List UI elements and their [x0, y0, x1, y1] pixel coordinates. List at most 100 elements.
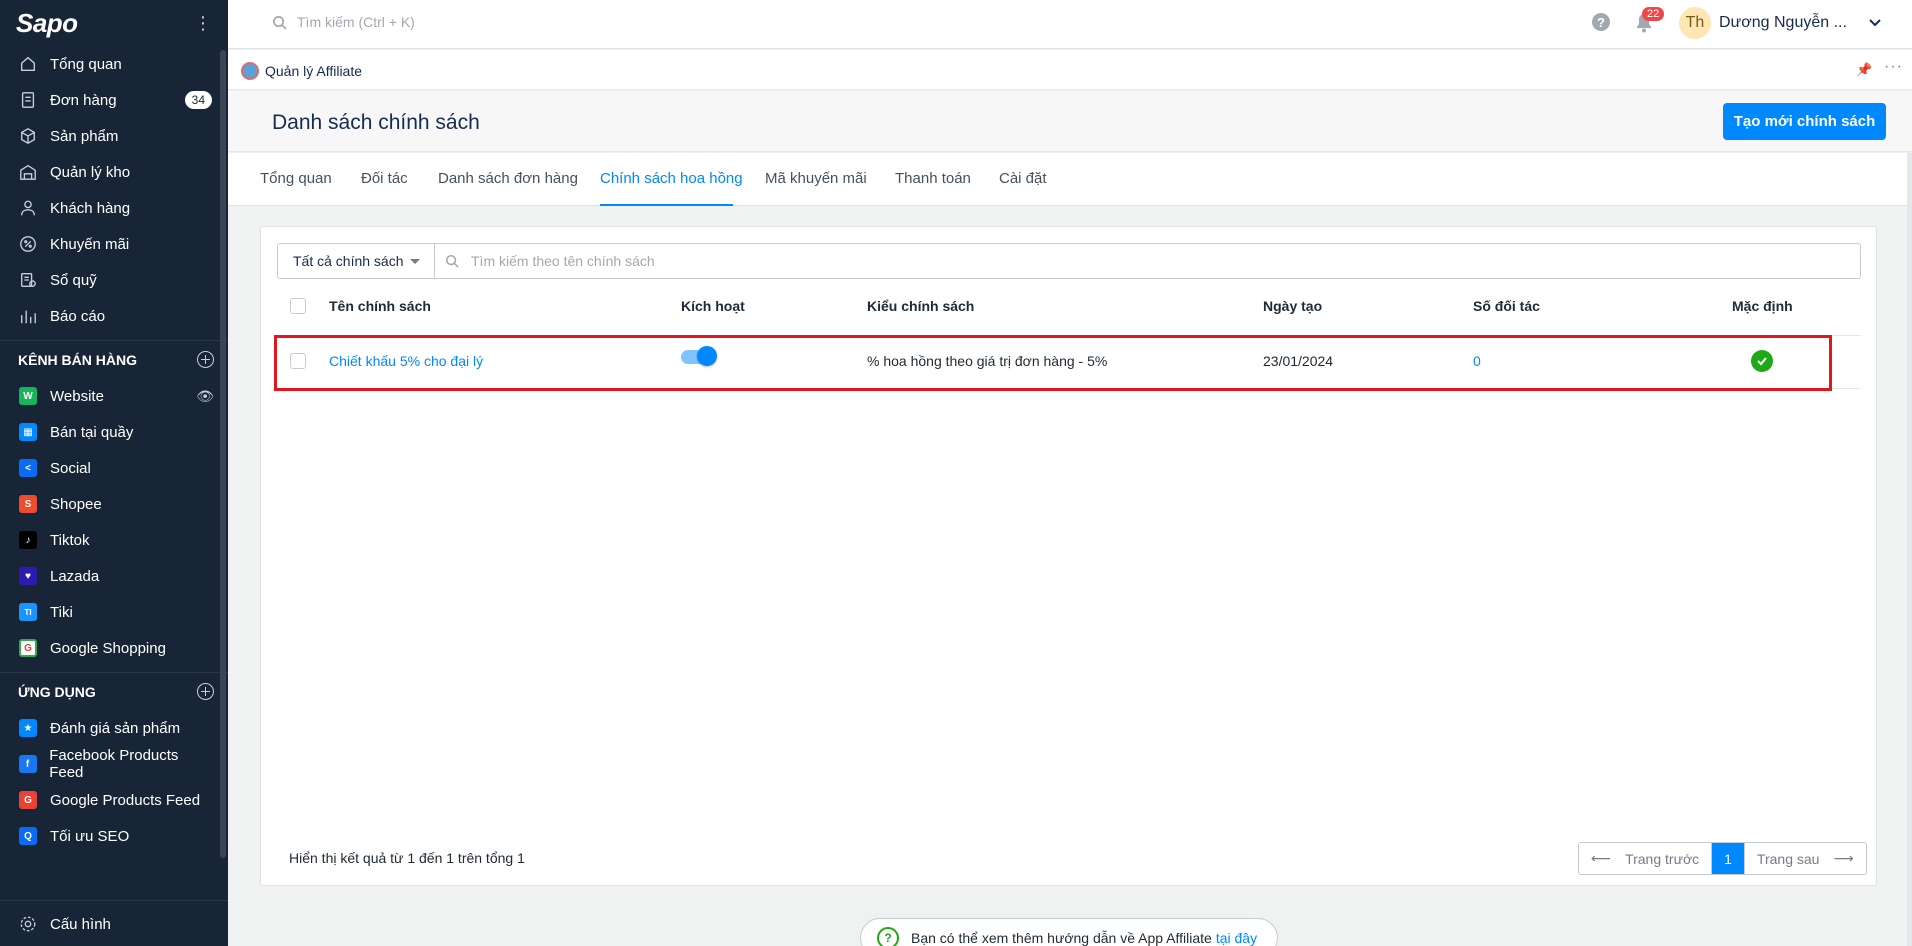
sidebar-item-inventory[interactable]: Quản lý kho	[0, 154, 228, 190]
sidebar-item-label: Đơn hàng	[50, 91, 117, 109]
app-label: Google Products Feed	[50, 791, 201, 809]
app-facebook-feed[interactable]: f Facebook Products Feed	[0, 746, 228, 782]
channel-label: Bán tại quầy	[50, 423, 134, 441]
logo-bar: Sapo ⋮	[0, 0, 228, 46]
policy-search-input[interactable]: Tìm kiếm theo tên chính sách	[434, 243, 1861, 279]
sidebar-item-label: Khuyến mãi	[50, 235, 130, 253]
create-policy-button[interactable]: Tạo mới chính sách	[1723, 103, 1886, 140]
sidebar-item-customers[interactable]: Khách hàng	[0, 190, 228, 226]
add-app-icon[interactable]	[197, 683, 214, 700]
orders-count-badge: 34	[184, 91, 212, 109]
tab-promo-codes[interactable]: Mã khuyến mãi	[765, 170, 867, 187]
sidebar-item-label: Quản lý kho	[50, 163, 131, 181]
app-title: Quản lý Affiliate	[265, 63, 363, 79]
channel-pos[interactable]: ▦ Bán tại quầy	[0, 414, 228, 450]
lazada-icon: ♥	[18, 566, 38, 586]
sidebar: Sapo ⋮ Tổng quan Đơn hàng 34 Sản phẩm Qu…	[0, 0, 228, 946]
app-google-feed[interactable]: G Google Products Feed	[0, 782, 228, 818]
tiktok-icon: ♪	[18, 530, 38, 550]
prev-page-button[interactable]: ⟵ Trang trước	[1579, 843, 1713, 874]
website-icon: W	[18, 386, 38, 406]
tab-overview[interactable]: Tổng quan	[260, 170, 332, 187]
app-seo[interactable]: Q Tối ưu SEO	[0, 818, 228, 854]
sidebar-menu-icon[interactable]: ⋮	[194, 13, 212, 34]
policy-search-placeholder: Tìm kiếm theo tên chính sách	[471, 253, 655, 269]
box-icon	[18, 126, 38, 146]
add-channel-icon[interactable]	[197, 351, 214, 368]
policy-filter-dropdown[interactable]: Tất cả chính sách	[277, 243, 435, 279]
sidebar-item-label: Tổng quan	[50, 55, 122, 73]
page-header: Danh sách chính sách Tạo mới chính sách	[228, 91, 1912, 152]
sidebar-item-label: Sản phẩm	[50, 127, 119, 145]
next-page-label: Trang sau	[1756, 850, 1820, 867]
column-header-default: Mặc định	[1732, 298, 1793, 314]
gear-icon	[18, 914, 38, 934]
sidebar-item-orders[interactable]: Đơn hàng 34	[0, 82, 228, 118]
policy-filter-value: Tất cả chính sách	[293, 253, 404, 269]
channel-label: Tiki	[50, 603, 73, 621]
home-icon	[18, 54, 38, 74]
help-link[interactable]: tại đây	[1216, 930, 1257, 946]
sidebar-item-reports[interactable]: Báo cáo	[0, 298, 228, 334]
column-header-type: Kiểu chính sách	[867, 298, 975, 314]
user-name[interactable]: Dương Nguyễn ...	[1719, 14, 1847, 32]
shopee-icon: S	[18, 494, 38, 514]
channel-tiktok[interactable]: ♪ Tiktok	[0, 522, 228, 558]
channel-shopee[interactable]: S Shopee	[0, 486, 228, 522]
column-header-partners: Số đối tác	[1473, 298, 1540, 314]
channel-tiki[interactable]: TI Tiki	[0, 594, 228, 630]
sidebar-item-settings[interactable]: Cấu hình	[0, 901, 228, 946]
sidebar-footer: Cấu hình	[0, 900, 228, 946]
pagination-summary: Hiển thị kết quả từ 1 đến 1 trên tổng 1	[289, 850, 525, 866]
facebook-icon: f	[18, 754, 37, 774]
app-label: Facebook Products Feed	[49, 747, 179, 781]
section-title: ỨNG DỤNG	[18, 683, 96, 700]
channel-label: Google Shopping	[50, 639, 166, 657]
channel-website[interactable]: W Website 👁	[0, 378, 228, 414]
page-number-button[interactable]: 1	[1712, 843, 1744, 874]
global-search[interactable]: Tìm kiếm (Ctrl + K)	[272, 14, 415, 30]
sales-channels-header: KÊNH BÁN HÀNG	[0, 340, 228, 378]
logo[interactable]: Sapo	[16, 8, 78, 39]
sidebar-item-products[interactable]: Sản phẩm	[0, 118, 228, 154]
tab-partners[interactable]: Đối tác	[361, 170, 408, 187]
google-icon: G	[18, 790, 38, 810]
app-breadcrumb-bar: Quản lý Affiliate 📌 ···	[228, 50, 1912, 90]
channel-label: Lazada	[50, 567, 100, 585]
help-text: Bạn có thể xem thêm hướng dẫn về App Aff…	[911, 930, 1212, 946]
sidebar-scrollbar[interactable]	[220, 50, 226, 858]
help-icon[interactable]: ?	[1592, 13, 1610, 31]
sidebar-item-label: Cấu hình	[50, 915, 111, 933]
eye-icon[interactable]: 👁	[196, 388, 214, 405]
tab-settings[interactable]: Cài đặt	[999, 170, 1047, 187]
sidebar-item-cashbook[interactable]: Sổ quỹ	[0, 262, 228, 298]
google-shopping-icon: G	[18, 638, 38, 658]
sidebar-item-promotions[interactable]: Khuyến mãi	[0, 226, 228, 262]
sidebar-item-label: Báo cáo	[50, 307, 106, 325]
channel-google-shopping[interactable]: G Google Shopping	[0, 630, 228, 666]
select-all-checkbox[interactable]	[290, 298, 306, 314]
chevron-down-icon[interactable]	[1868, 15, 1882, 29]
sidebar-main-nav: Tổng quan Đơn hàng 34 Sản phẩm Quản lý k…	[0, 46, 228, 334]
global-search-placeholder: Tìm kiếm (Ctrl + K)	[297, 14, 415, 30]
page-scrollbar[interactable]	[1907, 153, 1912, 946]
next-page-button[interactable]: Trang sau ⟶	[1743, 843, 1866, 874]
channel-lazada[interactable]: ♥ Lazada	[0, 558, 228, 594]
more-options-icon[interactable]: ···	[1884, 58, 1903, 76]
user-icon	[18, 198, 38, 218]
affiliate-app-icon	[241, 62, 259, 80]
channel-social[interactable]: < Social	[0, 450, 228, 486]
tab-payments[interactable]: Thanh toán	[895, 170, 971, 187]
app-product-reviews[interactable]: ★ Đánh giá sản phẩm	[0, 710, 228, 746]
tab-commission-policy[interactable]: Chính sách hoa hồng	[600, 170, 743, 187]
arrow-left-icon: ⟵	[1591, 850, 1612, 866]
store-icon: ▦	[18, 422, 38, 442]
seo-icon: Q	[18, 826, 38, 846]
avatar[interactable]: Th	[1679, 7, 1711, 39]
row-highlight-box	[274, 335, 1832, 391]
pin-icon[interactable]: 📌	[1856, 62, 1872, 78]
sidebar-item-overview[interactable]: Tổng quan	[0, 46, 228, 82]
tab-order-list[interactable]: Danh sách đơn hàng	[438, 170, 578, 187]
app-label: Tối ưu SEO	[50, 827, 130, 845]
social-icon: <	[18, 458, 38, 478]
